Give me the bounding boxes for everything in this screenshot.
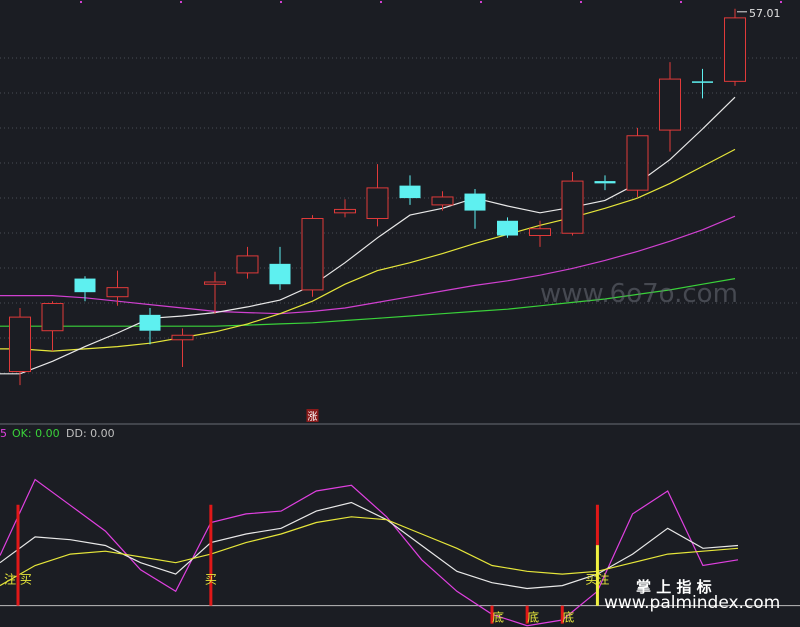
- candle-body: [269, 263, 291, 285]
- candle-body: [692, 81, 713, 83]
- signal-label: 注 买: [4, 572, 32, 587]
- candle-body: [497, 220, 518, 236]
- signal-bar: 底: [490, 605, 504, 625]
- grid-dot: [380, 1, 382, 3]
- grid-dot: [180, 1, 182, 3]
- candle-body: [139, 314, 161, 331]
- candle: [659, 62, 681, 152]
- grid-dot: [780, 1, 782, 3]
- candle-body: [561, 180, 584, 234]
- candle: [139, 308, 161, 345]
- legend-item-dd: DD: 0.00: [66, 427, 115, 440]
- legend-item-5: 5: [0, 427, 7, 440]
- signal-bar: 注 买: [4, 504, 32, 606]
- signal-bar-red: [595, 504, 599, 546]
- grid-dot: [680, 1, 682, 3]
- signal-label: 买: [205, 573, 217, 587]
- candle-body: [334, 208, 356, 214]
- ma-fast-line: [0, 96, 736, 375]
- candle: [692, 68, 713, 99]
- signal-label: 底: [492, 610, 504, 625]
- signal-label: 买注: [585, 572, 609, 587]
- indicator-line: [0, 501, 739, 590]
- candle: [236, 246, 259, 279]
- candle-body: [74, 278, 96, 293]
- candle: [561, 172, 584, 236]
- candle: [171, 328, 194, 367]
- candle: [497, 217, 518, 238]
- candle-body: [41, 303, 64, 332]
- stock-chart: 涨 57.01 5 OK: 0.00 DD: 0.00 注 买 买 买注底 底 底 ww…: [0, 1, 800, 627]
- indicator-line: [0, 516, 739, 587]
- price-label: 57.01: [749, 7, 781, 20]
- candle: [301, 215, 324, 297]
- signal-bar: 底: [560, 605, 574, 625]
- candle-body: [236, 255, 259, 274]
- grid-dot: [580, 1, 582, 3]
- candle-body: [659, 78, 681, 131]
- candle-body: [366, 187, 389, 220]
- chart-root: 涨 57.01 5 OK: 0.00 DD: 0.00 注 买 买 买注底 底 底 ww…: [0, 0, 800, 627]
- candlesticks: [9, 8, 746, 386]
- candle: [204, 271, 226, 314]
- price-markers: 涨: [306, 409, 319, 423]
- signal-bar-red: [209, 504, 213, 606]
- candle: [431, 191, 454, 211]
- candle-body: [204, 281, 226, 285]
- watermark-url: www.palmindex.com: [604, 593, 780, 613]
- grid-dot: [280, 1, 282, 3]
- candle: [626, 127, 649, 197]
- candle: [41, 301, 64, 352]
- candle-body: [106, 287, 129, 298]
- candle-body: [171, 334, 194, 341]
- grid-dot: [480, 1, 482, 3]
- signal-bar-red: [16, 504, 20, 606]
- candle: [724, 8, 746, 86]
- candle: [366, 164, 389, 227]
- moving-averages: [0, 96, 736, 375]
- signal-label: 底: [527, 610, 539, 625]
- candle-body: [594, 181, 616, 184]
- signal-label: 底: [562, 610, 574, 625]
- candle: [334, 199, 356, 218]
- watermark-main: www.6o7o.com: [540, 279, 738, 309]
- grid-dot: [80, 1, 82, 3]
- candle-body: [724, 17, 746, 82]
- ma-mid-line: [0, 148, 736, 352]
- candle-body: [529, 228, 551, 237]
- candle: [399, 175, 421, 205]
- candle-body: [399, 185, 421, 199]
- marker-text: 涨: [308, 411, 318, 423]
- candle: [464, 189, 486, 229]
- candle-body: [626, 135, 649, 191]
- candle-body: [301, 218, 324, 291]
- signal-bar: 底: [525, 605, 539, 625]
- candle-body: [464, 193, 486, 211]
- indicator-legend: 5 OK: 0.00 DD: 0.00: [0, 427, 115, 440]
- signal-bar: 买注: [585, 504, 609, 606]
- candle: [529, 220, 551, 247]
- candle: [269, 246, 291, 290]
- candle-body: [9, 316, 31, 373]
- candle: [594, 175, 616, 191]
- candle-body: [431, 196, 454, 206]
- legend-item-ok: OK: 0.00: [12, 427, 60, 440]
